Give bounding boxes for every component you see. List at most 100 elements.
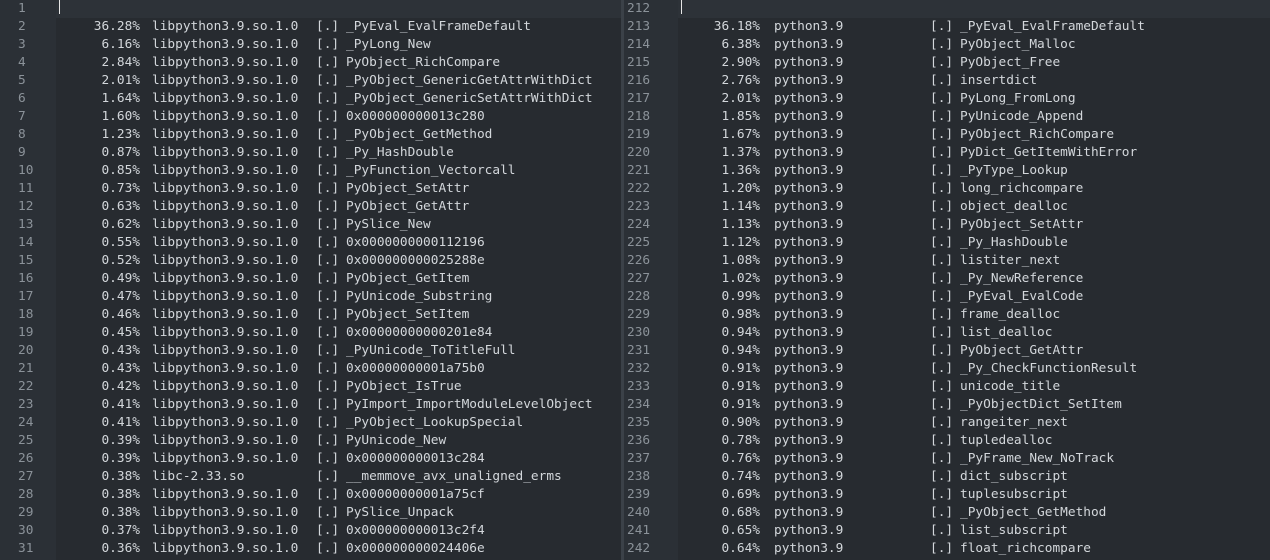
- code-line[interactable]: 0.94% python3.9 [.] PyObject_GetAttr: [678, 342, 1270, 360]
- symbol-type-tag: [.]: [316, 523, 340, 538]
- code-line[interactable]: 2.90% python3.9 [.] PyObject_Free: [678, 54, 1270, 72]
- code-line[interactable]: 0.91% python3.9 [.] _Py_CheckFunctionResult: [678, 360, 1270, 378]
- code-line[interactable]: 0.62% libpython3.9.so.1.0 [.] PySlice_New: [56, 216, 621, 234]
- code-line[interactable]: 1.36% python3.9 [.] _PyType_Lookup: [678, 162, 1270, 180]
- symbol-type-tag: [.]: [930, 325, 954, 340]
- code-line[interactable]: 0.78% python3.9 [.] tupledealloc: [678, 432, 1270, 450]
- shared-object: python3.9: [774, 451, 844, 466]
- code-line[interactable]: 0.47% libpython3.9.so.1.0 [.] PyUnicode_Sub…: [56, 288, 621, 306]
- shared-object: python3.9: [774, 505, 844, 520]
- code-line[interactable]: 0.41% libpython3.9.so.1.0 [.] _PyObject_Loo…: [56, 414, 621, 432]
- code-line[interactable]: 0.91% python3.9 [.] unicode_title: [678, 378, 1270, 396]
- shared-object: libpython3.9.so.1.0: [152, 55, 299, 70]
- code-line[interactable]: 1.02% python3.9 [.] _Py_NewReference: [678, 270, 1270, 288]
- code-line[interactable]: 1.08% python3.9 [.] listiter_next: [678, 252, 1270, 270]
- left-code-area[interactable]: 36.28% libpython3.9.so.1.0 [.] _PyEval_Eval…: [56, 0, 621, 560]
- code-line[interactable]: 2.84% libpython3.9.so.1.0 [.] PyObject_Rich…: [56, 54, 621, 72]
- code-line[interactable]: 0.55% libpython3.9.so.1.0 [.] 0x00000000001…: [56, 234, 621, 252]
- code-line[interactable]: 0.37% libpython3.9.so.1.0 [.] 0x00000000001…: [56, 522, 621, 540]
- code-line[interactable]: 0.68% python3.9 [.] _PyObject_GetMethod: [678, 504, 1270, 522]
- shared-object: python3.9: [774, 217, 844, 232]
- code-line[interactable]: 1.14% python3.9 [.] object_dealloc: [678, 198, 1270, 216]
- code-line[interactable]: 0.98% python3.9 [.] frame_dealloc: [678, 306, 1270, 324]
- symbol-name: 0x00000000001a75b0: [346, 361, 485, 376]
- code-line[interactable]: 1.85% python3.9 [.] PyUnicode_Append: [678, 108, 1270, 126]
- symbol-name: PyObject_RichCompare: [346, 55, 501, 70]
- code-line[interactable]: 0.63% libpython3.9.so.1.0 [.] PyObject_GetA…: [56, 198, 621, 216]
- code-line[interactable]: 0.90% python3.9 [.] rangeiter_next: [678, 414, 1270, 432]
- overhead-percent: 0.39%: [101, 451, 140, 466]
- code-line[interactable]: 6.16% libpython3.9.so.1.0 [.] _PyLong_New: [56, 36, 621, 54]
- line-number: 3: [18, 37, 26, 52]
- left-line-number-gutter: 1 2 3 4 5 6 7 8 9 10 11 12 13 14 15 16 17 18 19 20 21 22 23 24 2…: [0, 0, 56, 560]
- code-line[interactable]: 0.43% libpython3.9.so.1.0 [.] 0x00000000001…: [56, 360, 621, 378]
- code-line[interactable]: 0.45% libpython3.9.so.1.0 [.] 0x00000000000…: [56, 324, 621, 342]
- code-line[interactable]: 2.76% python3.9 [.] insertdict: [678, 72, 1270, 90]
- code-line[interactable]: 0.36% libpython3.9.so.1.0 [.] 0x00000000002…: [56, 540, 621, 558]
- code-line[interactable]: 1.64% libpython3.9.so.1.0 [.] _PyObject_Gen…: [56, 90, 621, 108]
- code-line[interactable]: 0.49% libpython3.9.so.1.0 [.] PyObject_GetI…: [56, 270, 621, 288]
- overhead-percent: 1.64%: [101, 91, 140, 106]
- symbol-name: unicode_title: [960, 379, 1061, 394]
- code-line[interactable]: 36.18% python3.9 [.] _PyEval_EvalFrameDefau…: [678, 18, 1270, 36]
- symbol-type-tag: [.]: [316, 217, 340, 232]
- symbol-type-tag: [.]: [316, 73, 340, 88]
- code-line[interactable]: 1.20% python3.9 [.] long_richcompare: [678, 180, 1270, 198]
- line-number: 229: [627, 307, 651, 322]
- code-line[interactable]: 0.39% libpython3.9.so.1.0 [.] PyUnicode_New: [56, 432, 621, 450]
- current-line[interactable]: [678, 0, 1270, 18]
- overhead-percent: 0.63%: [101, 199, 140, 214]
- line-number: 20: [18, 343, 34, 358]
- code-line[interactable]: 0.64% python3.9 [.] float_richcompare: [678, 540, 1270, 558]
- code-line[interactable]: 1.12% python3.9 [.] _Py_HashDouble: [678, 234, 1270, 252]
- code-line[interactable]: 0.43% libpython3.9.so.1.0 [.] _PyUnicode_To…: [56, 342, 621, 360]
- code-line[interactable]: 2.01% python3.9 [.] PyLong_FromLong: [678, 90, 1270, 108]
- code-line[interactable]: 0.76% python3.9 [.] _PyFrame_New_NoTrack: [678, 450, 1270, 468]
- code-line[interactable]: 0.91% python3.9 [.] _PyObjectDict_SetItem: [678, 396, 1270, 414]
- code-line[interactable]: 0.87% libpython3.9.so.1.0 [.] _Py_HashDoubl…: [56, 144, 621, 162]
- code-line[interactable]: 6.38% python3.9 [.] PyObject_Malloc: [678, 36, 1270, 54]
- code-line[interactable]: 0.38% libc-2.33.so [.] __memmove_avx_unalig…: [56, 468, 621, 486]
- right-code-area[interactable]: 36.18% python3.9 [.] _PyEval_EvalFrameDefau…: [678, 0, 1270, 560]
- line-number: 241: [627, 523, 651, 538]
- symbol-type-tag: [.]: [316, 55, 340, 70]
- code-line[interactable]: 1.13% python3.9 [.] PyObject_SetAttr: [678, 216, 1270, 234]
- line-number: 220: [627, 145, 651, 160]
- line-number: 22: [18, 379, 34, 394]
- code-line[interactable]: 0.38% libpython3.9.so.1.0 [.] PySlice_Unpac…: [56, 504, 621, 522]
- left-editor-pane[interactable]: 1 2 3 4 5 6 7 8 9 10 11 12 13 14 15 16 17 18 19 20 21 22 23 24 2…: [0, 0, 621, 560]
- symbol-name: 0x000000000013c2f4: [346, 523, 485, 538]
- symbol-type-tag: [.]: [930, 343, 954, 358]
- code-line[interactable]: 1.67% python3.9 [.] PyObject_RichCompare: [678, 126, 1270, 144]
- code-line[interactable]: 0.38% libpython3.9.so.1.0 [.] 0x00000000001…: [56, 486, 621, 504]
- code-line[interactable]: 0.42% libpython3.9.so.1.0 [.] PyObject_IsTr…: [56, 378, 621, 396]
- symbol-name: _PyEval_EvalCode: [960, 289, 1084, 304]
- code-line[interactable]: 0.94% python3.9 [.] list_dealloc: [678, 324, 1270, 342]
- line-number: 232: [627, 361, 651, 376]
- shared-object: python3.9: [774, 37, 844, 52]
- symbol-type-tag: [.]: [930, 109, 954, 124]
- symbol-type-tag: [.]: [930, 487, 954, 502]
- shared-object: python3.9: [774, 199, 844, 214]
- code-line[interactable]: 2.01% libpython3.9.so.1.0 [.] _PyObject_Gen…: [56, 72, 621, 90]
- current-line[interactable]: [56, 0, 621, 18]
- right-editor-pane[interactable]: 212 213 214 215 216 217 218 219 220 221 222 223 224 2…: [624, 0, 1270, 560]
- code-line[interactable]: 0.39% libpython3.9.so.1.0 [.] 0x00000000001…: [56, 450, 621, 468]
- right-line-number-gutter: 212 213 214 215 216 217 218 219 220 221 222 223 224 2…: [624, 0, 678, 560]
- code-line[interactable]: 1.23% libpython3.9.so.1.0 [.] _PyObject_Get…: [56, 126, 621, 144]
- code-line[interactable]: 0.69% python3.9 [.] tuplesubscript: [678, 486, 1270, 504]
- overhead-percent: 1.08%: [721, 253, 760, 268]
- code-line[interactable]: 1.37% python3.9 [.] PyDict_GetItemWithError: [678, 144, 1270, 162]
- shared-object: python3.9: [774, 469, 844, 484]
- code-line[interactable]: 0.99% python3.9 [.] _PyEval_EvalCode: [678, 288, 1270, 306]
- code-line[interactable]: 36.28% libpython3.9.so.1.0 [.] _PyEval_Eval…: [56, 18, 621, 36]
- code-line[interactable]: 0.74% python3.9 [.] dict_subscript: [678, 468, 1270, 486]
- code-line[interactable]: 0.65% python3.9 [.] list_subscript: [678, 522, 1270, 540]
- code-line[interactable]: 0.41% libpython3.9.so.1.0 [.] PyImport_Impo…: [56, 396, 621, 414]
- code-line[interactable]: 1.60% libpython3.9.so.1.0 [.] 0x00000000001…: [56, 108, 621, 126]
- code-line[interactable]: 0.73% libpython3.9.so.1.0 [.] PyObject_SetA…: [56, 180, 621, 198]
- code-line[interactable]: 0.85% libpython3.9.so.1.0 [.] _PyFunction_V…: [56, 162, 621, 180]
- code-line[interactable]: 0.46% libpython3.9.so.1.0 [.] PyObject_SetI…: [56, 306, 621, 324]
- code-line[interactable]: 0.52% libpython3.9.so.1.0 [.] 0x00000000002…: [56, 252, 621, 270]
- shared-object: libpython3.9.so.1.0: [152, 91, 299, 106]
